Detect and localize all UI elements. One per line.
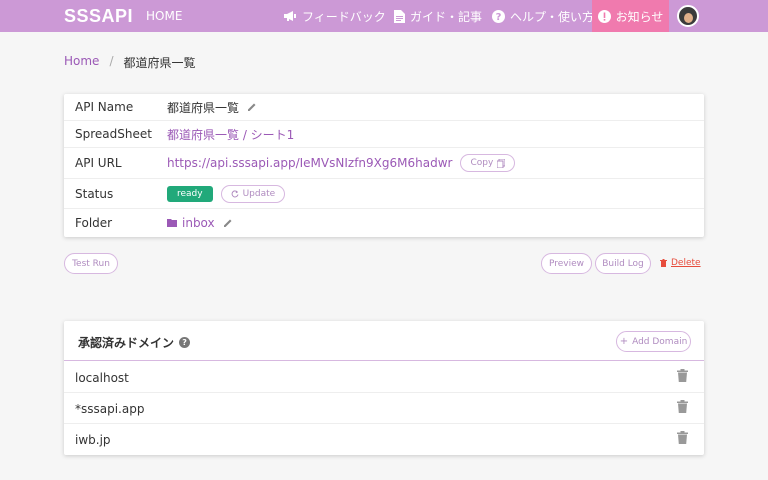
folder-label: Folder bbox=[75, 216, 113, 230]
breadcrumb: Home / 都道府県一覧 bbox=[64, 54, 196, 71]
help-icon[interactable]: ? bbox=[179, 337, 191, 348]
test-run-label: Test Run bbox=[72, 258, 110, 269]
trash-icon[interactable] bbox=[677, 400, 688, 413]
domain-name: localhost bbox=[75, 371, 129, 385]
api-url-label: API URL bbox=[75, 156, 122, 170]
approved-domains-card: 承認済みドメイン ? + Add Domain localhost *sssap… bbox=[64, 321, 704, 455]
status-value-group: ready Update bbox=[167, 184, 286, 203]
row-api-url: API URL https://api.sssapi.app/IeMVsNIzf… bbox=[64, 148, 704, 179]
app-logo[interactable]: SSSAPI bbox=[64, 6, 133, 27]
pencil-icon[interactable] bbox=[223, 218, 233, 228]
api-url-link[interactable]: https://api.sssapi.app/IeMVsNIzfn9Xg6M6h… bbox=[167, 156, 452, 170]
copy-button-label: Copy bbox=[470, 158, 494, 168]
api-url-value-group: https://api.sssapi.app/IeMVsNIzfn9Xg6M6h… bbox=[167, 154, 516, 172]
status-badge: ready bbox=[167, 185, 213, 202]
add-domain-button[interactable]: + Add Domain bbox=[616, 331, 691, 352]
folder-icon bbox=[167, 219, 177, 227]
row-status: Status ready Update bbox=[64, 179, 704, 209]
nav-notify[interactable]: お知らせ bbox=[592, 0, 669, 32]
breadcrumb-home[interactable]: Home bbox=[64, 54, 99, 71]
domain-row: *sssapi.app bbox=[64, 393, 704, 424]
spreadsheet-link[interactable]: 都道府県一覧 / シート1 bbox=[167, 126, 294, 143]
delete-button[interactable]: Delete bbox=[660, 258, 701, 268]
api-name-label: API Name bbox=[75, 100, 134, 114]
add-domain-label: Add Domain bbox=[632, 336, 688, 347]
document-icon bbox=[394, 9, 405, 23]
domain-row: localhost bbox=[64, 362, 704, 393]
nav-feedback[interactable]: フィードバック bbox=[283, 0, 386, 32]
status-label: Status bbox=[75, 186, 114, 201]
spreadsheet-label: SpreadSheet bbox=[75, 127, 152, 141]
trash-icon bbox=[660, 259, 667, 267]
nav-home-link[interactable]: HOME bbox=[146, 9, 182, 23]
nav-guide-label: ガイド・記事 bbox=[410, 9, 483, 24]
build-log-button[interactable]: Build Log bbox=[595, 253, 651, 274]
svg-text:?: ? bbox=[496, 12, 502, 23]
refresh-icon bbox=[231, 189, 239, 197]
api-info-card: API Name 都道府県一覧 SpreadSheet 都道府県一覧 / シート… bbox=[64, 94, 704, 237]
build-log-label: Build Log bbox=[602, 258, 644, 269]
domains-header: 承認済みドメイン ? + Add Domain bbox=[64, 321, 704, 361]
domains-title: 承認済みドメイン bbox=[78, 336, 175, 350]
trash-icon[interactable] bbox=[677, 369, 688, 382]
row-api-name: API Name 都道府県一覧 bbox=[64, 94, 704, 121]
nav-help[interactable]: ? ヘルプ・使い方 bbox=[492, 0, 594, 32]
row-folder: Folder inbox bbox=[64, 209, 704, 237]
domains-title-group: 承認済みドメイン ? bbox=[78, 334, 191, 351]
nav-notify-label: お知らせ bbox=[615, 9, 664, 24]
breadcrumb-current: 都道府県一覧 bbox=[123, 56, 196, 70]
update-button-label: Update bbox=[242, 188, 276, 199]
breadcrumb-separator: / bbox=[109, 54, 114, 68]
preview-label: Preview bbox=[548, 258, 585, 269]
row-spreadsheet: SpreadSheet 都道府県一覧 / シート1 bbox=[64, 121, 704, 148]
delete-label: Delete bbox=[671, 258, 701, 268]
nav-feedback-label: フィードバック bbox=[302, 9, 386, 24]
domain-row: iwb.jp bbox=[64, 424, 704, 455]
user-avatar[interactable] bbox=[677, 5, 699, 27]
folder-value-group: inbox bbox=[167, 216, 233, 230]
update-button[interactable]: Update bbox=[220, 184, 286, 203]
trash-icon[interactable] bbox=[677, 431, 688, 444]
preview-button[interactable]: Preview bbox=[541, 253, 592, 274]
top-navbar: SSSAPI HOME フィードバック ガイド・記事 ? ヘルプ・使い方 お知ら… bbox=[0, 0, 768, 32]
test-run-button[interactable]: Test Run bbox=[64, 253, 118, 274]
folder-value[interactable]: inbox bbox=[182, 216, 215, 230]
megaphone-icon bbox=[284, 11, 296, 21]
question-circle-icon: ? bbox=[492, 9, 505, 23]
plus-icon: + bbox=[619, 336, 629, 347]
domain-name: *sssapi.app bbox=[75, 402, 145, 416]
domain-name: iwb.jp bbox=[75, 433, 111, 447]
api-name-value: 都道府県一覧 bbox=[167, 100, 240, 115]
nav-help-label: ヘルプ・使い方 bbox=[510, 9, 595, 24]
pencil-icon[interactable] bbox=[247, 102, 257, 112]
nav-guide[interactable]: ガイド・記事 bbox=[394, 0, 482, 32]
copy-button[interactable]: Copy bbox=[460, 154, 516, 172]
api-name-value-group: 都道府県一覧 bbox=[167, 99, 257, 116]
copy-icon bbox=[497, 158, 506, 168]
exclamation-circle-icon bbox=[597, 9, 611, 23]
